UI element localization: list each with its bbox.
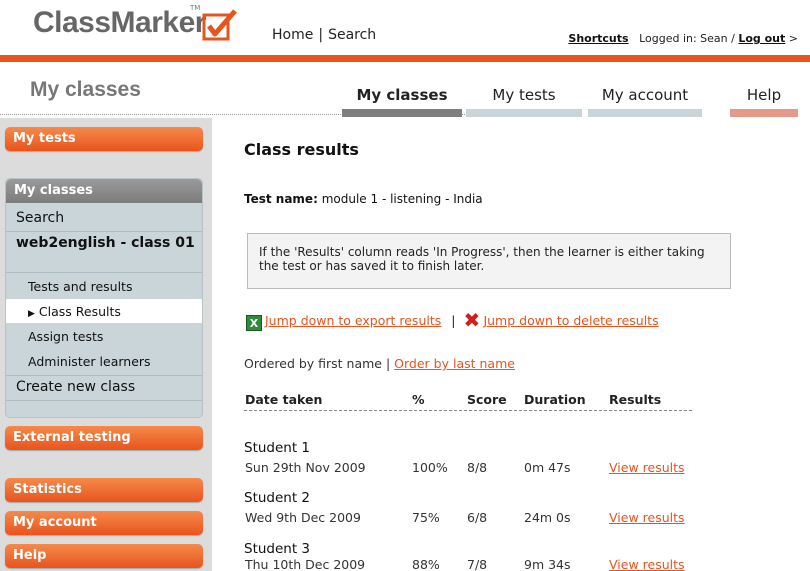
logo-tm: TM (190, 4, 201, 12)
tab-my-tests[interactable]: My tests (466, 86, 582, 104)
duration: 9m 34s (524, 557, 571, 571)
column-header-duration: Duration (524, 392, 586, 407)
sidebar: My tests My classes Search web2english -… (0, 118, 212, 571)
info-box: If the 'Results' column reads 'In Progre… (247, 233, 731, 289)
sidebar-statistics-button[interactable]: Statistics (5, 478, 203, 502)
duration: 0m 47s (524, 460, 571, 475)
excel-icon: X (246, 315, 262, 331)
my-classes-header[interactable]: My classes (6, 179, 202, 203)
section-title: Class results (244, 140, 359, 159)
date-taken: Wed 9th Dec 2009 (245, 510, 361, 525)
logo[interactable]: ClassMarker (33, 6, 206, 40)
nav-separator: | (318, 27, 324, 43)
tab-help[interactable]: Help (730, 86, 798, 104)
duration: 24m 0s (524, 510, 571, 525)
percent: 75% (412, 510, 440, 525)
ordering: Ordered by first name | Order by last na… (244, 356, 515, 371)
header: ClassMarker TM Home | Search Shortcuts Log… (0, 0, 810, 54)
top-nav: Home | Search (272, 27, 376, 43)
triangle-right-icon: ▶ (28, 309, 35, 319)
nav-search-link[interactable]: Search (328, 27, 376, 43)
tab-indicator (588, 109, 702, 117)
date-taken: Sun 29th Nov 2009 (245, 460, 366, 475)
divider (6, 231, 202, 232)
sidebar-item-class-results[interactable]: ▶ Class Results (6, 299, 202, 323)
order-by-last-name-link[interactable]: Order by last name (394, 356, 515, 371)
nav-home-link[interactable]: Home (272, 27, 313, 43)
links-separator: | (451, 313, 456, 328)
sidebar-help-button[interactable]: Help (5, 544, 203, 568)
sidebar-my-account-button[interactable]: My account (5, 511, 203, 535)
sidebar-item-tests-and-results[interactable]: Tests and results (6, 279, 202, 294)
test-name-label: Test name: (244, 192, 318, 206)
my-classes-panel: My classes Search web2english - class 01… (5, 178, 203, 418)
score: 6/8 (467, 510, 488, 525)
score: 7/8 (467, 557, 488, 571)
tab-indicator-active (342, 109, 462, 117)
header-divider-bar (0, 55, 810, 62)
percent: 100% (412, 460, 448, 475)
percent: 88% (412, 557, 440, 571)
view-results-link: View results (609, 460, 685, 475)
view-results-link[interactable]: View results (609, 510, 685, 525)
student-name: Student 2 (244, 490, 311, 506)
view-results-link: View results (609, 510, 685, 525)
ordered-by-text: Ordered by first name | (244, 356, 391, 371)
jump-links: X Jump down to export results | ✖ Jump dow… (246, 308, 659, 332)
logout-link[interactable]: Log out (738, 32, 785, 45)
sidebar-class-name[interactable]: web2english - class 01 (6, 236, 202, 251)
shortcuts-link[interactable]: Shortcuts (568, 32, 628, 45)
tab-my-account[interactable]: My account (588, 86, 702, 104)
tab-my-classes[interactable]: My classes (342, 86, 462, 104)
column-header-results: Results (609, 392, 662, 407)
checkmark-logo-icon (202, 9, 237, 41)
test-name: Test name: module 1 - listening - India (244, 192, 483, 206)
delete-results-link[interactable]: Jump down to delete results (483, 313, 658, 328)
student-name: Student 3 (244, 541, 311, 557)
header-divider (244, 410, 692, 411)
divider (6, 400, 202, 401)
column-header-score: Score (467, 392, 507, 407)
column-header-date: Date taken (245, 392, 323, 407)
sidebar-item-assign-tests[interactable]: Assign tests (6, 329, 202, 344)
tab-indicator (466, 109, 582, 117)
sidebar-item-create-new-class[interactable]: Create new class (6, 379, 202, 395)
export-results-link[interactable]: Jump down to export results (265, 313, 441, 328)
student-name: Student 1 (244, 440, 311, 456)
divider (6, 375, 202, 376)
sidebar-my-tests-button[interactable]: My tests (5, 127, 203, 151)
page-title: My classes (30, 78, 141, 101)
user-bar: Shortcuts Logged in: Sean / Log out > (568, 32, 798, 45)
date-taken: Thu 10th Dec 2009 (245, 557, 366, 571)
tab-indicator-help (730, 109, 798, 117)
test-name-value: module 1 - listening - India (321, 192, 483, 206)
view-results-link[interactable]: View results (609, 557, 685, 571)
view-results-link: View results (609, 557, 685, 571)
score: 8/8 (467, 460, 488, 475)
sidebar-external-testing-button[interactable]: External testing (5, 426, 203, 450)
sidebar-item-administer-learners[interactable]: Administer learners (6, 354, 202, 369)
sidebar-item-class-results-label: Class Results (38, 304, 121, 319)
view-results-link[interactable]: View results (609, 460, 685, 475)
column-header-percent: % (412, 392, 425, 407)
divider (6, 272, 202, 273)
logged-in-text: Logged in: Sean / (639, 32, 735, 45)
logout-arrow: > (788, 32, 798, 45)
sidebar-item-search[interactable]: Search (6, 210, 202, 226)
delete-x-icon: ✖ (463, 308, 481, 332)
